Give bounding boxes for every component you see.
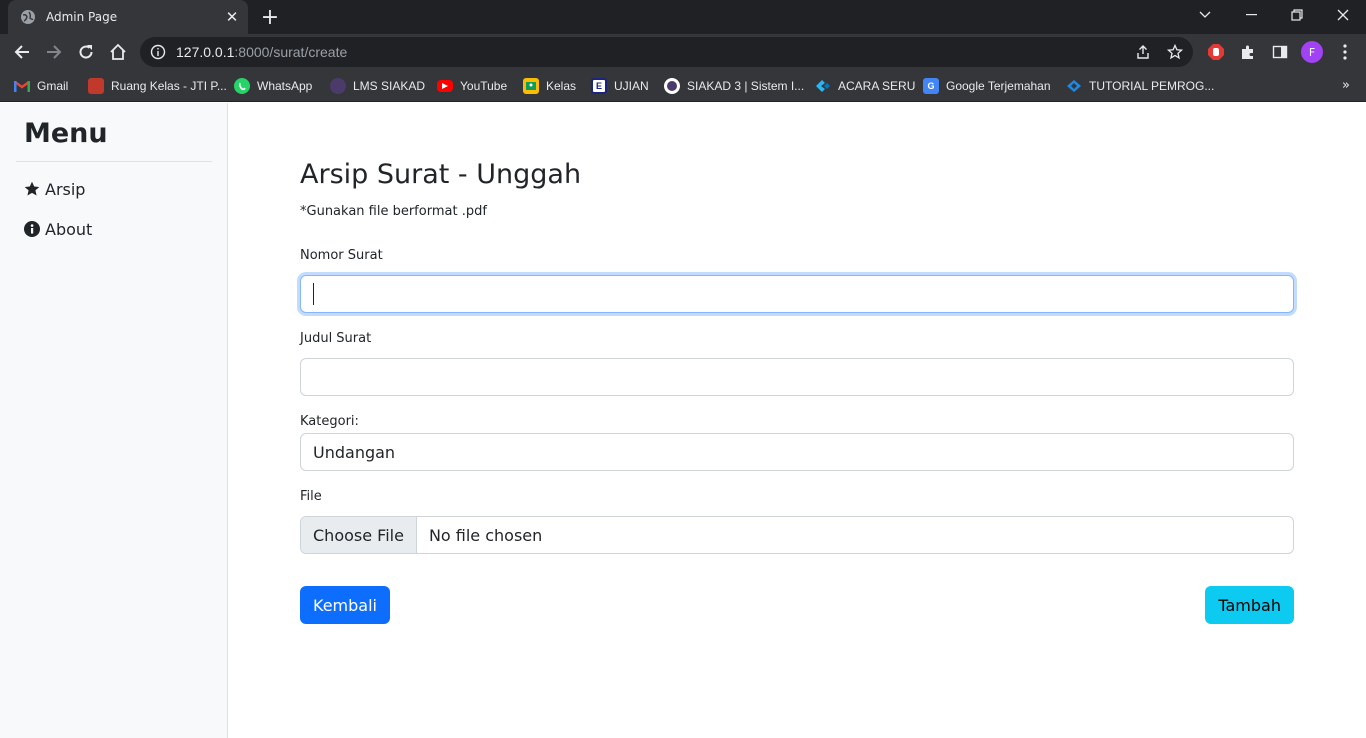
browser-toolbar: 127.0.0.1:8000/surat/create F	[0, 34, 1366, 70]
choose-file-button[interactable]: Choose File	[301, 517, 417, 553]
share-icon[interactable]	[1134, 43, 1152, 61]
judul-surat-input[interactable]	[300, 358, 1294, 396]
profile-initial: F	[1308, 45, 1316, 59]
sidebar: Menu Arsip About	[0, 103, 228, 738]
info-icon	[24, 221, 40, 237]
close-tab-icon[interactable]: ✕	[220, 5, 244, 29]
file-input[interactable]: Choose File No file chosen	[300, 516, 1294, 554]
kelas-icon	[523, 78, 539, 94]
profile-avatar[interactable]: F	[1301, 41, 1323, 63]
bookmark-tutorial[interactable]: TUTORIAL PEMROG...	[1066, 76, 1214, 96]
nomor-surat-input[interactable]	[300, 275, 1294, 313]
forward-arrow-icon[interactable]	[40, 38, 68, 66]
restore-button[interactable]	[1274, 0, 1320, 30]
bookmark-google-terjemahan[interactable]: G Google Terjemahan	[923, 76, 1051, 96]
bookmarks-bar: Gmail Ruang Kelas - JTI P... WhatsApp LM…	[0, 70, 1366, 102]
text-caret	[313, 283, 314, 305]
bookmark-siakad-3[interactable]: SIAKAD 3 | Sistem I...	[664, 76, 804, 96]
page-title: Arsip Surat - Unggah	[300, 159, 582, 190]
kategori-label: Kategori:	[300, 414, 359, 429]
gmail-icon	[14, 78, 30, 94]
bookmark-gmail[interactable]: Gmail	[14, 76, 68, 96]
bookmark-ujian[interactable]: E UJIAN	[591, 76, 649, 96]
bookmark-whatsapp[interactable]: WhatsApp	[234, 76, 312, 96]
bookmark-ruang-kelas[interactable]: Ruang Kelas - JTI P...	[88, 76, 227, 96]
page-content: Menu Arsip About Arsip Surat - Unggah *G…	[0, 103, 1366, 738]
siakad-icon	[664, 78, 680, 94]
file-label: File	[300, 489, 322, 504]
youtube-icon	[437, 80, 453, 92]
tab-search-icon[interactable]	[1182, 0, 1228, 30]
nomor-surat-label: Nomor Surat	[300, 248, 383, 263]
bookmark-star-icon[interactable]	[1166, 43, 1184, 61]
sidebar-divider	[16, 161, 212, 162]
sidebar-title: Menu	[24, 118, 108, 149]
new-tab-button[interactable]: +	[256, 4, 284, 30]
file-status-text: No file chosen	[428, 525, 543, 545]
judul-surat-label: Judul Surat	[300, 331, 372, 346]
home-icon[interactable]	[104, 38, 132, 66]
sidebar-item-arsip[interactable]: Arsip	[24, 177, 85, 201]
extensions-puzzle-icon[interactable]	[1237, 41, 1259, 63]
back-arrow-icon[interactable]	[8, 38, 36, 66]
star-icon	[24, 181, 40, 197]
whatsapp-icon	[234, 78, 250, 94]
tutorial-icon	[1066, 78, 1082, 94]
kembali-button[interactable]: Kembali	[300, 586, 390, 624]
chrome-menu-icon[interactable]	[1334, 41, 1356, 63]
ruang-kelas-icon	[88, 78, 104, 94]
format-note: *Gunakan file berformat .pdf	[300, 204, 487, 219]
sidebar-item-label: About	[45, 219, 93, 239]
sidebar-item-label: Arsip	[45, 179, 86, 199]
ujian-icon: E	[591, 78, 607, 94]
side-panel-icon[interactable]	[1269, 41, 1291, 63]
site-info-icon[interactable]	[150, 44, 166, 60]
close-window-button[interactable]	[1320, 0, 1366, 30]
bookmark-acara-seru[interactable]: ACARA SERU	[815, 76, 915, 96]
url-text: 127.0.0.1:8000/surat/create	[176, 44, 348, 60]
more-bookmarks-icon[interactable]: »	[1342, 78, 1350, 93]
kategori-selected-value: Undangan	[313, 442, 396, 462]
sidebar-item-about[interactable]: About	[24, 217, 92, 241]
bookmark-lms-siakad[interactable]: LMS SIAKAD	[330, 76, 425, 96]
tab-title: Admin Page	[46, 10, 118, 24]
globe-icon	[20, 9, 36, 25]
kategori-select[interactable]: Undangan	[300, 433, 1294, 471]
browser-tab[interactable]: Admin Page ✕	[8, 0, 248, 34]
minimize-button[interactable]	[1228, 0, 1274, 30]
bookmark-kelas[interactable]: Kelas	[523, 76, 576, 96]
browser-tab-bar: Admin Page ✕ +	[0, 0, 1366, 34]
tambah-button[interactable]: Tambah	[1205, 586, 1294, 624]
reload-icon[interactable]	[72, 38, 100, 66]
translate-icon: G	[923, 78, 939, 94]
bookmark-youtube[interactable]: YouTube	[437, 76, 507, 96]
acara-icon	[815, 78, 831, 94]
lms-icon	[330, 78, 346, 94]
address-bar[interactable]: 127.0.0.1:8000/surat/create	[140, 37, 1193, 67]
adblock-extension-icon[interactable]	[1205, 41, 1227, 63]
